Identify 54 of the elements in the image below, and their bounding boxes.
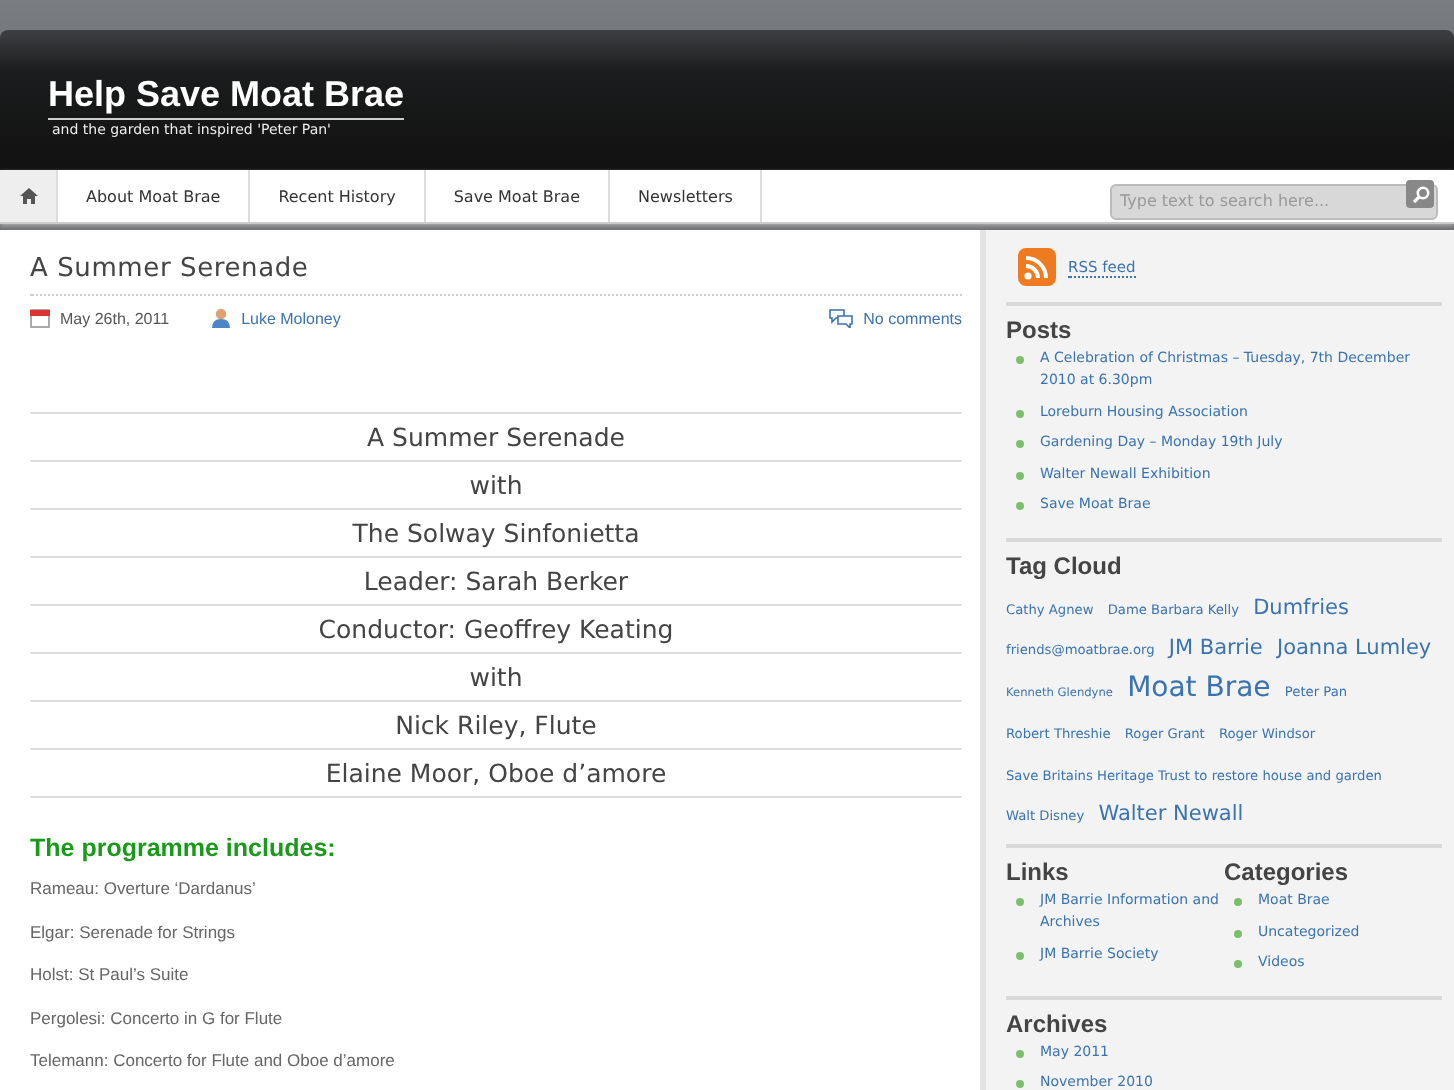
search-field[interactable]: Type text to search here... [1110,183,1438,219]
tag-link[interactable]: JM Barrie [1168,636,1263,664]
person-icon [209,308,232,328]
bullet-icon [1016,1049,1024,1058]
bullet-icon [1016,898,1024,907]
widget-heading: Archives [1006,1009,1110,1038]
programme-heading: The programme includes: [30,834,338,862]
bullet-icon [1234,898,1242,907]
concert-line: The Solway Sinfonietta [30,510,962,558]
bullet-icon [1016,1080,1024,1089]
bullet-icon [1234,960,1242,969]
tag-link[interactable]: Joanna Lumley [1276,636,1432,664]
site-title[interactable]: Help Save Moat Brae [48,74,405,120]
tag-link[interactable]: Walter Newall [1098,802,1244,831]
concert-line: Leader: Sarah Berker [30,558,962,606]
nav-tab[interactable]: Newsletters [610,170,763,222]
programme-item: Holst: St Paul’s Suite [30,964,191,984]
speech-bubbles-icon [827,308,854,328]
concert-line: Conductor: Geoffrey Keating [30,606,962,654]
bullet-icon [1016,440,1024,448]
search-icon [1411,185,1429,203]
nav-tab[interactable]: About Moat Brae [58,170,251,222]
rss-icon[interactable] [1018,248,1056,286]
bullet-icon [1016,409,1024,417]
widget-heading: Links [1006,858,1071,887]
post-date: May 26th, 2011 [60,309,170,327]
nav-tab[interactable]: Save Moat Brae [425,170,611,222]
concert-line: Elaine Moor, Oboe d’amore [30,750,962,798]
programme-item: Elgar: Serenade for Strings [30,921,238,941]
tag-link[interactable]: Moat Brae [1127,670,1271,707]
comments-link[interactable]: No comments [863,309,962,327]
calendar-icon [30,308,50,328]
author-link[interactable]: Luke Moloney [241,309,341,327]
home-icon [19,188,37,204]
bullet-icon [1016,471,1024,479]
nav-tab[interactable]: Recent History [250,170,426,222]
home-button[interactable] [0,170,58,222]
post-title[interactable]: A Summer Serenade [30,254,962,284]
programme-item: Rameau: Overture ‘Dardanus’ [30,878,258,898]
concert-line: Nick Riley, Flute [30,702,962,750]
tag-link[interactable]: Dumfries [1253,595,1349,623]
concert-line: with [30,462,962,510]
concert-line: with [30,654,962,702]
bullet-icon [1016,951,1024,960]
widget-heading: Tag Cloud [1006,551,1124,579]
widget-heading: Posts [1006,316,1074,344]
search-button[interactable] [1406,180,1434,208]
programme-item: Pergolesi: Concerto in G for Flute [30,1007,285,1027]
concert-line: A Summer Serenade [30,414,962,462]
widget-heading: Categories [1224,858,1351,887]
programme-item: Telemann: Concerto for Flute and Oboe d’amore [30,1050,397,1070]
bullet-icon [1016,502,1024,510]
bullet-icon [1234,929,1242,938]
bullet-icon [1016,356,1024,364]
